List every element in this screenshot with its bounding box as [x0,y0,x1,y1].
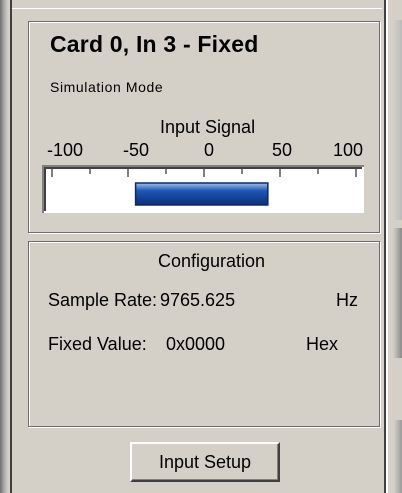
fixed-value-unit: Hex [306,334,339,354]
fixed-value-value: 0x0000 [166,334,226,354]
right-neighbor-shade [393,228,402,358]
tick-label-100: 100 [332,140,364,160]
mode-label: Simulation Mode [50,79,164,95]
sample-rate-unit: Hz [336,290,358,310]
right-neighbor-panel [393,20,402,220]
sample-rate-value: 9765.625 [160,290,236,310]
tick-label-neg50: -50 [122,140,150,160]
top-edge [12,0,384,9]
left-panel-edge [0,0,9,493]
tick-label-0: 0 [203,140,215,160]
input-signal-bar [134,182,269,206]
sample-rate-label: Sample Rate: [48,290,158,310]
input-signal-label: Input Signal [160,117,256,137]
configuration-title: Configuration [158,251,266,271]
tick-label-neg100: -100 [46,140,84,160]
tick-label-50: 50 [271,140,293,160]
input-signal-meter [42,165,364,213]
fixed-value-label: Fixed Value: [48,334,147,354]
input-setup-button[interactable]: Input Setup [130,442,280,482]
right-neighbor-shade-bottom [394,420,402,493]
right-divider-highlight [386,0,388,493]
channel-title: Card 0, In 3 - Fixed [50,31,259,57]
left-divider [10,0,12,493]
